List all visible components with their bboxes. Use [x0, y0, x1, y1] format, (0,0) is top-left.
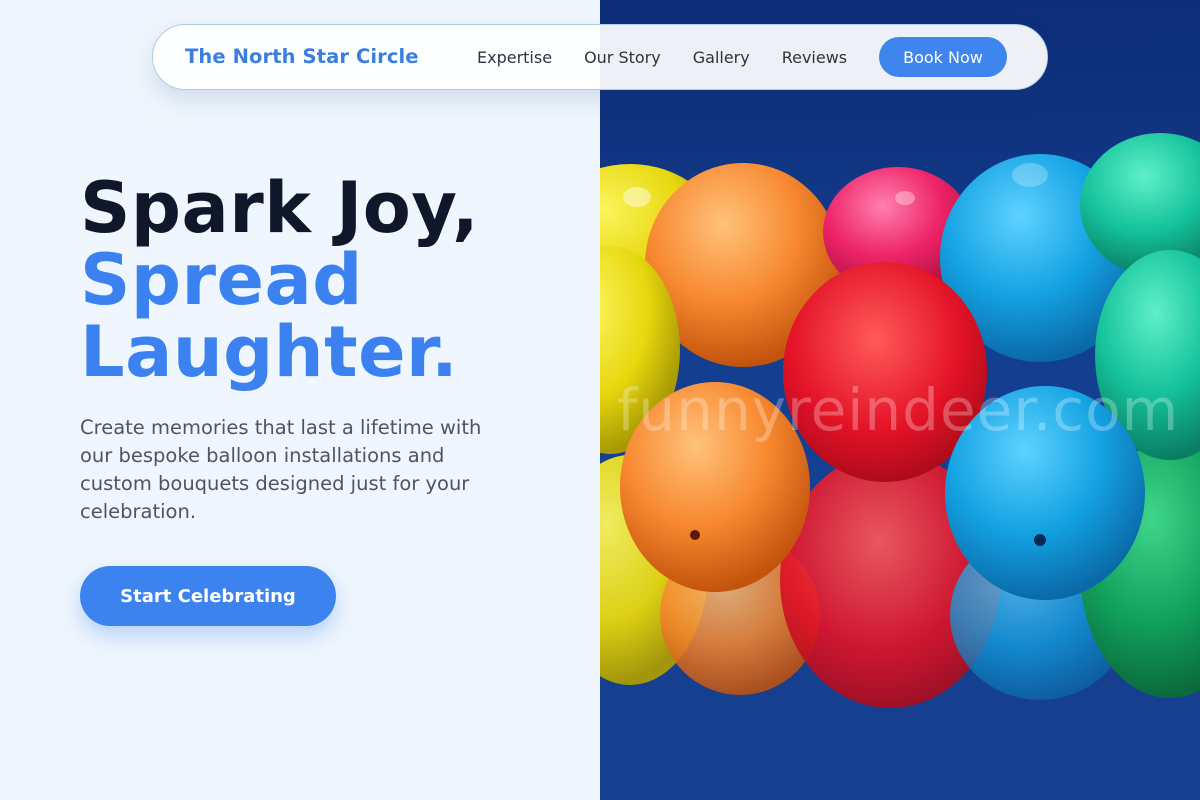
hero-subtitle: Create memories that last a lifetime wit… [80, 416, 482, 523]
hero-image: funnyreindeer.com [600, 0, 1200, 800]
headline-line-1: Spark Joy, [80, 167, 480, 249]
top-navbar: The North Star Circle Expertise Our Stor… [152, 24, 1048, 90]
start-celebrating-button[interactable]: Start Celebrating [80, 566, 336, 626]
nav-link-expertise[interactable]: Expertise [477, 48, 552, 67]
brand-logo-text[interactable]: The North Star Circle [185, 45, 419, 68]
watermark-text: funnyreindeer.com [617, 376, 1180, 444]
nav-link-reviews[interactable]: Reviews [782, 48, 847, 67]
book-now-button[interactable]: Book Now [879, 37, 1007, 77]
nav-link-our-story[interactable]: Our Story [584, 48, 661, 67]
headline-line-3: Laughter. [80, 311, 459, 393]
hero-headline: Spark Joy, Spread Laughter. [80, 172, 479, 388]
hero-left-panel [0, 0, 600, 800]
nav-link-gallery[interactable]: Gallery [693, 48, 750, 67]
nav-links: Expertise Our Story Gallery Reviews [477, 25, 879, 89]
headline-line-2: Spread [80, 239, 363, 321]
